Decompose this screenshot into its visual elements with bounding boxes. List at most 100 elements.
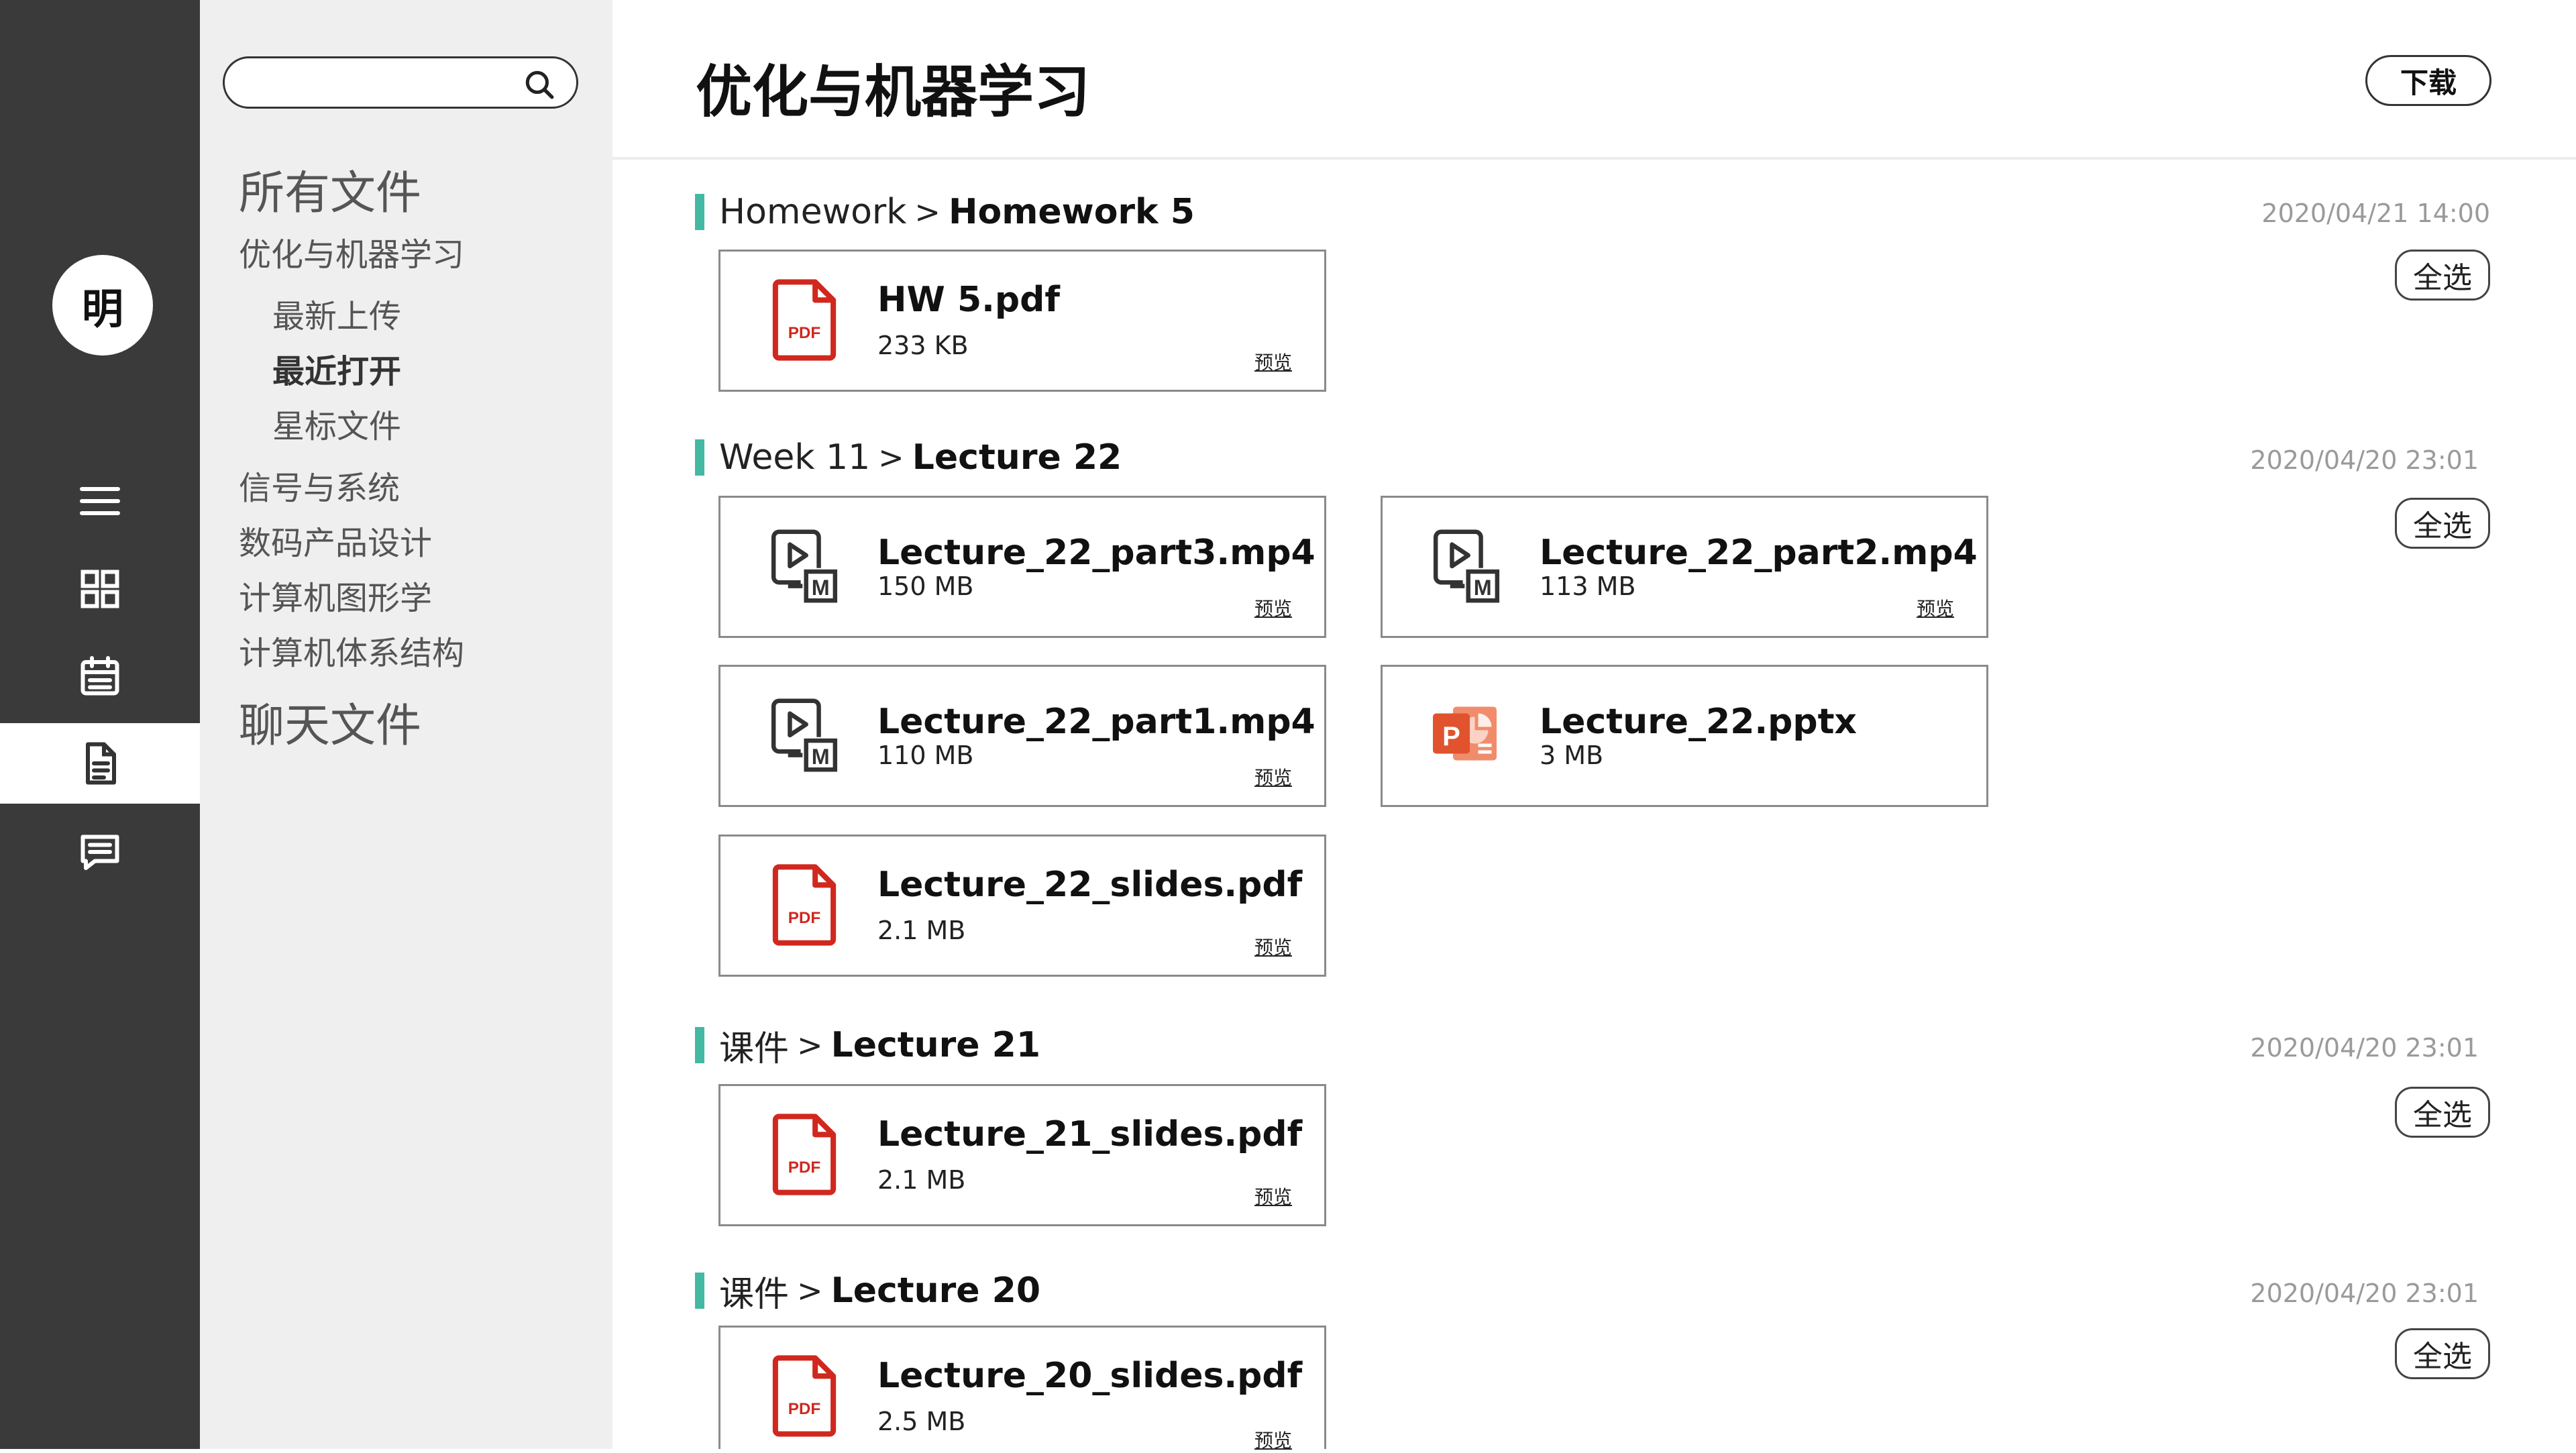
nav-sub-recent-uploads[interactable]: 最新上传 <box>272 290 401 337</box>
file-card[interactable]: M Lecture_22_part1.mp4 110 MB 预览 <box>718 665 1326 807</box>
download-button[interactable]: 下载 <box>2365 55 2491 106</box>
rail-grid-button[interactable] <box>0 549 200 629</box>
page-title: 优化与机器学习 <box>696 59 1091 125</box>
breadcrumb-current[interactable]: Lecture 21 <box>831 1025 1040 1065</box>
accent-bar <box>695 194 704 230</box>
breadcrumb-parent[interactable]: 课件 <box>719 1020 789 1071</box>
nav-course-digital-product[interactable]: 数码产品设计 <box>239 517 432 563</box>
preview-link[interactable]: 预览 <box>1917 594 1954 621</box>
nav-course-architecture[interactable]: 计算机体系结构 <box>239 627 464 674</box>
preview-link[interactable]: 预览 <box>1254 1183 1292 1209</box>
rail-files-button[interactable] <box>0 723 200 804</box>
breadcrumb-separator: > <box>914 194 941 230</box>
accent-bar <box>695 439 704 476</box>
breadcrumb-separator: > <box>878 439 904 476</box>
file-size: 2.5 MB <box>877 1407 966 1436</box>
file-name: Lecture_22_slides.pdf <box>877 865 1303 905</box>
select-all-button[interactable]: 全选 <box>2395 250 2490 301</box>
pdf-file-icon: PDF <box>772 1114 837 1195</box>
breadcrumb-current[interactable]: Lecture 20 <box>831 1271 1040 1311</box>
group-header: Week 11 > Lecture 22 <box>695 437 1122 478</box>
pdf-file-icon: PDF <box>772 864 837 946</box>
select-all-button[interactable]: 全选 <box>2395 498 2490 549</box>
file-card[interactable]: PDF Lecture_22_slides.pdf 2.1 MB 预览 <box>718 835 1326 977</box>
accent-bar <box>695 1273 704 1309</box>
file-name: HW 5.pdf <box>877 280 1060 320</box>
breadcrumb-current[interactable]: Lecture 22 <box>912 437 1122 478</box>
file-card[interactable]: PDF HW 5.pdf 233 KB 预览 <box>718 250 1326 392</box>
search-icon[interactable] <box>523 68 556 101</box>
preview-link[interactable]: 预览 <box>1254 1426 1292 1453</box>
group-header: 课件 > Lecture 21 <box>695 1025 1040 1069</box>
file-name: Lecture_22_part3.mp4 <box>877 533 1316 573</box>
file-card[interactable]: M Lecture_22_part2.mp4 113 MB 预览 <box>1381 496 1988 638</box>
calendar-icon <box>80 656 119 696</box>
group-header: Homework > Homework 5 <box>695 192 1195 232</box>
file-name: Lecture_22_part2.mp4 <box>1540 533 1978 573</box>
avatar[interactable]: 明 <box>52 255 153 356</box>
breadcrumb-parent[interactable]: Week 11 <box>719 437 870 478</box>
video-file-icon: M <box>771 529 838 603</box>
file-name: Lecture_21_slides.pdf <box>877 1114 1303 1154</box>
svg-text:PDF: PDF <box>788 1400 821 1418</box>
document-icon <box>86 742 116 785</box>
select-all-button[interactable]: 全选 <box>2395 1087 2490 1138</box>
search-input[interactable] <box>245 66 516 100</box>
accent-bar <box>695 1027 704 1063</box>
rail-calendar-button[interactable] <box>0 636 200 716</box>
video-file-icon: M <box>771 698 838 772</box>
grid-icon <box>80 570 119 608</box>
file-size: 2.1 MB <box>877 1165 966 1195</box>
svg-text:PDF: PDF <box>788 1159 821 1177</box>
file-size: 2.1 MB <box>877 916 966 945</box>
file-size: 150 MB <box>877 572 974 601</box>
svg-text:PDF: PDF <box>788 324 821 342</box>
preview-link[interactable]: 预览 <box>1254 933 1292 960</box>
nav-all-files[interactable]: 所有文件 <box>239 156 421 222</box>
preview-link[interactable]: 预览 <box>1254 348 1292 375</box>
breadcrumb-current[interactable]: Homework 5 <box>949 192 1195 232</box>
nav-chat-files[interactable]: 聊天文件 <box>239 688 421 755</box>
search-box[interactable] <box>223 56 578 109</box>
menu-icon <box>80 487 120 515</box>
breadcrumb-parent[interactable]: 课件 <box>719 1266 789 1316</box>
breadcrumb-separator: > <box>797 1273 823 1309</box>
svg-text:M: M <box>1474 576 1492 600</box>
preview-link[interactable]: 预览 <box>1254 594 1292 621</box>
file-card[interactable]: PDF Lecture_20_slides.pdf 2.5 MB 预览 <box>718 1326 1326 1452</box>
file-name: Lecture_22_part1.mp4 <box>877 702 1316 742</box>
select-all-button[interactable]: 全选 <box>2395 1328 2490 1379</box>
svg-text:P: P <box>1442 722 1460 751</box>
svg-text:M: M <box>812 745 830 769</box>
file-size: 113 MB <box>1540 572 1636 601</box>
svg-text:M: M <box>812 576 830 600</box>
pptx-file-icon: P <box>1433 706 1497 761</box>
rail-menu-button[interactable] <box>0 461 200 541</box>
file-card[interactable]: M Lecture_22_part3.mp4 150 MB 预览 <box>718 496 1326 638</box>
file-size: 3 MB <box>1540 741 1604 770</box>
svg-text:PDF: PDF <box>788 909 821 927</box>
breadcrumb-parent[interactable]: Homework <box>719 192 906 232</box>
file-size: 110 MB <box>877 741 974 770</box>
file-name: Lecture_22.pptx <box>1540 702 1857 742</box>
group-date: 2020/04/20 23:01 <box>2250 1033 2479 1063</box>
file-card[interactable]: P Lecture_22.pptx 3 MB <box>1381 665 1988 807</box>
nav-course-signals[interactable]: 信号与系统 <box>239 462 400 508</box>
file-card[interactable]: PDF Lecture_21_slides.pdf 2.1 MB 预览 <box>718 1084 1326 1226</box>
nav-course-graphics[interactable]: 计算机图形学 <box>239 572 432 618</box>
content-header: 优化与机器学习 下载 <box>612 0 2576 160</box>
pdf-file-icon: PDF <box>772 1355 837 1437</box>
chat-icon <box>80 835 119 870</box>
group-date: 2020/04/21 14:00 <box>2261 199 2490 228</box>
rail-chat-button[interactable] <box>0 812 200 892</box>
file-size: 233 KB <box>877 331 969 360</box>
breadcrumb-separator: > <box>797 1027 823 1063</box>
nav-sub-recently-opened[interactable]: 最近打开 <box>272 345 401 392</box>
preview-link[interactable]: 预览 <box>1254 763 1292 790</box>
icon-rail: 明 <box>0 0 200 1449</box>
pdf-file-icon: PDF <box>772 279 837 361</box>
nav-sub-starred[interactable]: 星标文件 <box>272 400 401 447</box>
file-name: Lecture_20_slides.pdf <box>877 1356 1303 1396</box>
nav-current-course[interactable]: 优化与机器学习 <box>239 228 464 275</box>
group-date: 2020/04/20 23:01 <box>2250 1279 2479 1308</box>
